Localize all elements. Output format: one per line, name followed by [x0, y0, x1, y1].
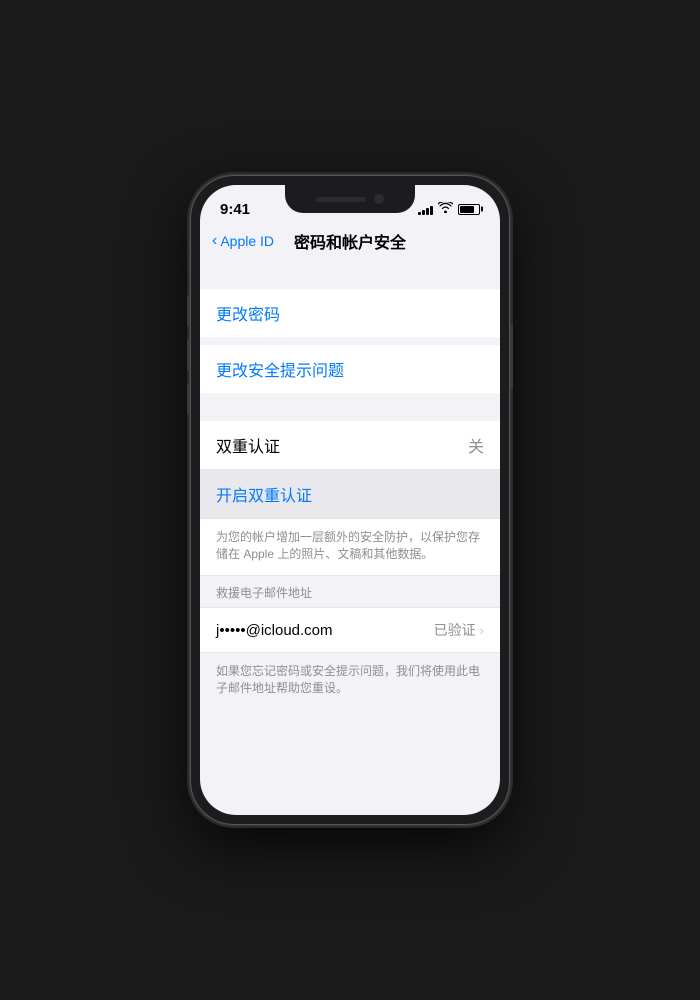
signal-icon — [418, 204, 433, 215]
battery-icon — [458, 204, 480, 215]
status-icons — [418, 202, 480, 216]
nav-bar: ‹ Apple ID 密码和帐户安全 — [200, 225, 500, 261]
back-chevron-icon: ‹ — [212, 232, 217, 250]
notch — [285, 185, 415, 213]
rescue-email-header: 救援电子邮件地址 — [200, 576, 500, 608]
change-password-section: 更改密码 — [200, 289, 500, 337]
security-questions-cell[interactable]: 更改安全提示问题 — [200, 345, 500, 393]
back-button[interactable]: ‹ Apple ID — [212, 232, 274, 250]
email-chevron-icon: › — [480, 623, 484, 638]
rescue-email-cell[interactable]: j•••••@icloud.com 已验证 › — [200, 607, 500, 653]
page-title: 密码和帐户安全 — [294, 229, 406, 253]
rescue-email-footer: 如果您忘记密码或安全提示问题，我们将使用此电子邮件地址帮助您重设。 — [200, 653, 500, 709]
settings-content: 更改密码 更改安全提示问题 双重认证 关 — [200, 261, 500, 815]
back-label: Apple ID — [220, 233, 274, 249]
section-gap-2 — [200, 337, 500, 345]
change-password-cell[interactable]: 更改密码 — [200, 289, 500, 337]
change-password-label: 更改密码 — [216, 301, 280, 325]
security-questions-label: 更改安全提示问题 — [216, 357, 344, 381]
two-factor-label: 双重认证 — [216, 433, 280, 457]
rescue-email-address: j•••••@icloud.com — [216, 622, 333, 639]
two-factor-header: 双重认证 关 — [200, 421, 500, 470]
speaker — [316, 197, 366, 202]
section-gap-3 — [200, 393, 500, 421]
enable-two-factor-cell[interactable]: 开启双重认证 — [200, 470, 500, 519]
security-questions-section: 更改安全提示问题 — [200, 345, 500, 393]
two-factor-value: 关 — [468, 433, 484, 457]
camera — [374, 194, 384, 204]
section-gap-1 — [200, 261, 500, 289]
two-factor-section: 双重认证 关 开启双重认证 为您的帐户增加一层额外的安全防护，以保护您存储在 A… — [200, 421, 500, 576]
screen: 9:41 — [200, 185, 500, 815]
two-factor-description: 为您的帐户增加一层额外的安全防护，以保护您存储在 Apple 上的照片、文稿和其… — [200, 519, 500, 576]
status-time: 9:41 — [220, 201, 250, 218]
phone-frame: 9:41 — [190, 175, 510, 825]
verified-badge: 已验证 › — [434, 620, 484, 640]
wifi-icon — [438, 202, 453, 216]
enable-two-factor-label: 开启双重认证 — [216, 482, 312, 506]
verified-label: 已验证 — [434, 620, 476, 640]
